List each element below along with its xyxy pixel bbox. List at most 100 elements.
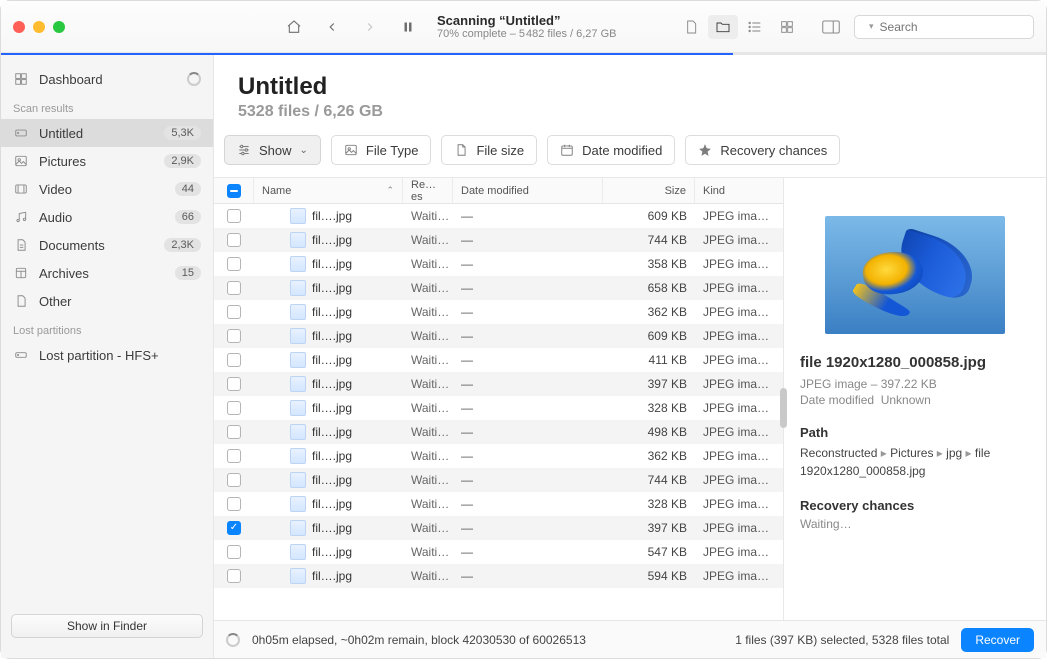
spinner-icon (226, 633, 240, 647)
file-icon (290, 448, 306, 464)
filter-bar: Show ⌄ File Type File size (214, 135, 1046, 177)
sidebar-item-documents[interactable]: Documents2,3K (1, 231, 213, 259)
file-kind: JPEG ima… (695, 300, 783, 324)
file-kind: JPEG ima… (695, 396, 783, 420)
row-checkbox[interactable] (227, 377, 241, 391)
sidebar-item-other[interactable]: Other (1, 287, 213, 315)
row-checkbox[interactable] (227, 545, 241, 559)
table-row[interactable]: fil….jpgWaiti…—658 KBJPEG ima… (214, 276, 783, 300)
table-row[interactable]: fil….jpgWaiti…—594 KBJPEG ima… (214, 564, 783, 588)
file-name: fil….jpg (312, 449, 352, 463)
row-checkbox[interactable] (227, 473, 241, 487)
column-header-size[interactable]: Size (603, 178, 695, 203)
home-button[interactable] (279, 15, 309, 39)
column-header-kind[interactable]: Kind (695, 178, 783, 203)
row-checkbox[interactable] (227, 497, 241, 511)
drive-icon (13, 348, 29, 362)
scrollbar-thumb[interactable] (780, 388, 787, 428)
archive-icon (13, 266, 29, 280)
row-checkbox[interactable] (227, 521, 241, 535)
sidebar-item-label: Video (39, 182, 165, 197)
sidebar-dashboard[interactable]: Dashboard (1, 65, 213, 93)
toggle-sidebar-icon[interactable] (816, 15, 846, 39)
table-row[interactable]: fil….jpgWaiti…—744 KBJPEG ima… (214, 468, 783, 492)
row-checkbox[interactable] (227, 281, 241, 295)
sidebar-item-archives[interactable]: Archives15 (1, 259, 213, 287)
file-name: fil….jpg (312, 473, 352, 487)
filesize-filter[interactable]: File size (441, 135, 537, 165)
file-size: 609 KB (603, 204, 695, 228)
table-row[interactable]: fil….jpgWaiti…—498 KBJPEG ima… (214, 420, 783, 444)
sidebar-item-video[interactable]: Video44 (1, 175, 213, 203)
row-checkbox[interactable] (227, 329, 241, 343)
file-name: fil….jpg (312, 281, 352, 295)
table-row[interactable]: fil….jpgWaiti…—358 KBJPEG ima… (214, 252, 783, 276)
column-header-results[interactable]: Re…es (403, 178, 453, 203)
row-checkbox[interactable] (227, 569, 241, 583)
column-header-check[interactable] (214, 178, 254, 203)
file-size: 328 KB (603, 492, 695, 516)
table-row[interactable]: fil….jpgWaiti…—547 KBJPEG ima… (214, 540, 783, 564)
file-name: fil….jpg (312, 545, 352, 559)
row-checkbox[interactable] (227, 353, 241, 367)
table-row[interactable]: fil….jpgWaiti…—362 KBJPEG ima… (214, 300, 783, 324)
row-checkbox[interactable] (227, 209, 241, 223)
search-field[interactable]: ▾ (854, 15, 1034, 39)
file-result: Waiti… (403, 300, 453, 324)
forward-button[interactable] (355, 15, 385, 39)
file-result: Waiti… (403, 396, 453, 420)
pause-button[interactable] (393, 15, 423, 39)
inspector-meta: JPEG image – 397.22 KB (800, 377, 1030, 391)
sidebar-item-pictures[interactable]: Pictures2,9K (1, 147, 213, 175)
row-checkbox[interactable] (227, 233, 241, 247)
file-date: — (453, 396, 603, 420)
page-title: Untitled (238, 73, 1022, 101)
table-row[interactable]: fil….jpgWaiti…—397 KBJPEG ima… (214, 516, 783, 540)
table-row[interactable]: fil….jpgWaiti…—328 KBJPEG ima… (214, 396, 783, 420)
column-header-name[interactable]: Name ⌃ (254, 178, 403, 203)
sidebar-item-untitled[interactable]: Untitled5,3K (1, 119, 213, 147)
sidebar-item-audio[interactable]: Audio66 (1, 203, 213, 231)
row-checkbox[interactable] (227, 401, 241, 415)
recovery-chances-filter[interactable]: Recovery chances (685, 135, 840, 165)
search-input[interactable] (880, 20, 1035, 34)
select-all-checkbox[interactable] (227, 184, 241, 198)
row-checkbox[interactable] (227, 425, 241, 439)
window-close-button[interactable] (13, 21, 25, 33)
window-zoom-button[interactable] (53, 21, 65, 33)
back-button[interactable] (317, 15, 347, 39)
row-checkbox[interactable] (227, 305, 241, 319)
window-minimize-button[interactable] (33, 21, 45, 33)
row-checkbox[interactable] (227, 257, 241, 271)
view-file-icon[interactable] (676, 15, 706, 39)
table-row[interactable]: fil….jpgWaiti…—328 KBJPEG ima… (214, 492, 783, 516)
file-size: 658 KB (603, 276, 695, 300)
file-name: fil….jpg (312, 329, 352, 343)
recover-button[interactable]: Recover (961, 628, 1034, 652)
view-list-icon[interactable] (740, 15, 770, 39)
row-checkbox[interactable] (227, 449, 241, 463)
table-row[interactable]: fil….jpgWaiti…—609 KBJPEG ima… (214, 324, 783, 348)
calendar-icon (560, 143, 574, 157)
show-in-finder-button[interactable]: Show in Finder (11, 614, 203, 638)
table-row[interactable]: fil….jpgWaiti…—609 KBJPEG ima… (214, 204, 783, 228)
file-size: 397 KB (603, 372, 695, 396)
table-row[interactable]: fil….jpgWaiti…—744 KBJPEG ima… (214, 228, 783, 252)
sidebar-item-label: Audio (39, 210, 165, 225)
file-result: Waiti… (403, 252, 453, 276)
path-segment: jpg (946, 446, 962, 460)
file-kind: JPEG ima… (695, 492, 783, 516)
view-folder-icon[interactable] (708, 15, 738, 39)
filetype-filter[interactable]: File Type (331, 135, 432, 165)
toolbar-subtitle: 70% complete – 5 482 files / 6,27 GB (437, 28, 668, 40)
column-header-date[interactable]: Date modified (453, 178, 603, 203)
view-grid-icon[interactable] (772, 15, 802, 39)
table-row[interactable]: fil….jpgWaiti…—411 KBJPEG ima… (214, 348, 783, 372)
show-filter[interactable]: Show ⌄ (224, 135, 321, 165)
sidebar-lost-partition[interactable]: Lost partition - HFS+ (1, 341, 213, 369)
file-size: 397 KB (603, 516, 695, 540)
table-row[interactable]: fil….jpgWaiti…—397 KBJPEG ima… (214, 372, 783, 396)
table-row[interactable]: fil….jpgWaiti…—362 KBJPEG ima… (214, 444, 783, 468)
inspector-panel: file 1920x1280_000858.jpg JPEG image – 3… (784, 178, 1046, 620)
date-filter[interactable]: Date modified (547, 135, 675, 165)
